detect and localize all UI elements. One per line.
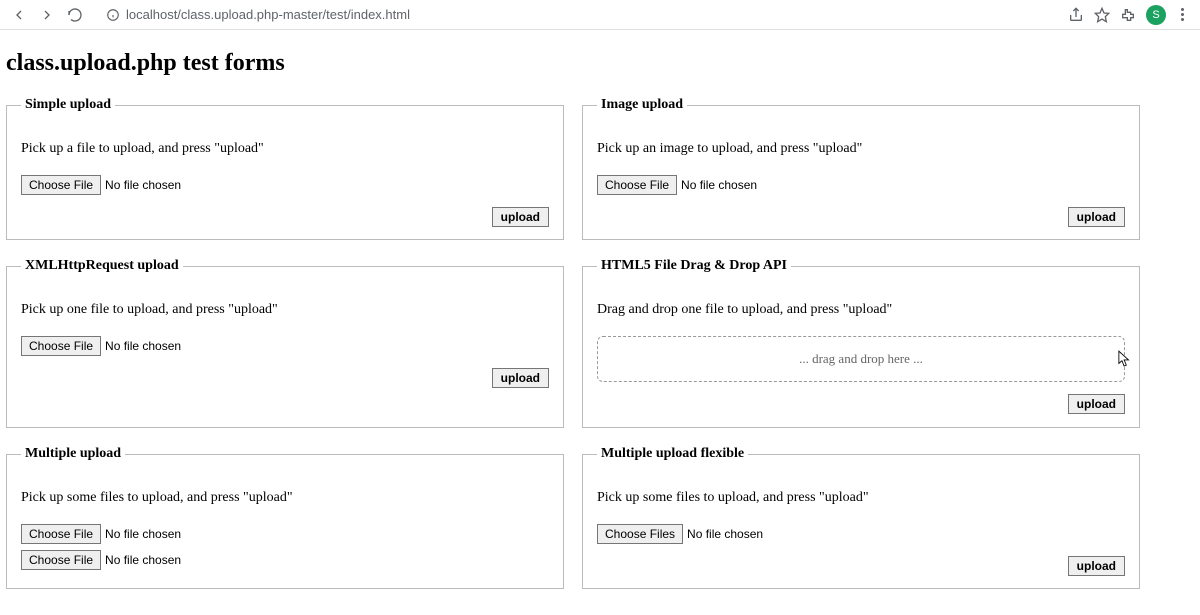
file-status-text: No file chosen — [105, 178, 181, 192]
choose-files-button[interactable]: Choose Files — [597, 524, 683, 544]
upload-button[interactable]: upload — [1068, 207, 1125, 227]
reload-button[interactable] — [64, 4, 86, 26]
share-icon[interactable] — [1068, 7, 1084, 23]
page-content: class.upload.php test forms Simple uploa… — [0, 30, 1200, 615]
form-legend: Image upload — [597, 97, 687, 113]
form-simple-upload: Simple upload Pick up a file to upload, … — [6, 97, 564, 240]
upload-button[interactable]: upload — [1068, 394, 1125, 414]
choose-file-button[interactable]: Choose File — [21, 524, 101, 544]
form-legend: XMLHttpRequest upload — [21, 258, 183, 274]
form-instruction: Pick up one file to upload, and press "u… — [21, 302, 549, 318]
form-instruction: Pick up a file to upload, and press "upl… — [21, 141, 549, 157]
form-legend: HTML5 File Drag & Drop API — [597, 258, 791, 274]
file-input-row: Choose File No file chosen — [21, 550, 549, 570]
file-status-text: No file chosen — [681, 178, 757, 192]
info-icon — [106, 8, 120, 22]
form-image-upload: Image upload Pick up an image to upload,… — [582, 97, 1140, 240]
form-instruction: Pick up some files to upload, and press … — [597, 490, 1125, 506]
forms-grid: Simple upload Pick up a file to upload, … — [6, 97, 1194, 589]
file-status-text: No file chosen — [687, 527, 763, 541]
toolbar-right: S — [1068, 5, 1192, 25]
form-dragdrop-upload: HTML5 File Drag & Drop API Drag and drop… — [582, 258, 1140, 428]
form-instruction: Pick up an image to upload, and press "u… — [597, 141, 1125, 157]
form-xhr-upload: XMLHttpRequest upload Pick up one file t… — [6, 258, 564, 428]
file-input-row: Choose File No file chosen — [21, 175, 549, 195]
forward-button[interactable] — [36, 4, 58, 26]
browser-toolbar: localhost/class.upload.php-master/test/i… — [0, 0, 1200, 30]
upload-button[interactable]: upload — [1068, 556, 1125, 576]
form-legend: Multiple upload flexible — [597, 446, 748, 462]
upload-button[interactable]: upload — [492, 368, 549, 388]
file-status-text: No file chosen — [105, 339, 181, 353]
choose-file-button[interactable]: Choose File — [21, 336, 101, 356]
page-title: class.upload.php test forms — [6, 50, 1194, 77]
back-button[interactable] — [8, 4, 30, 26]
file-status-text: No file chosen — [105, 553, 181, 567]
star-icon[interactable] — [1094, 7, 1110, 23]
address-bar[interactable]: localhost/class.upload.php-master/test/i… — [98, 3, 1062, 27]
choose-file-button[interactable]: Choose File — [21, 550, 101, 570]
choose-file-button[interactable]: Choose File — [597, 175, 677, 195]
profile-avatar[interactable]: S — [1146, 5, 1166, 25]
form-legend: Multiple upload — [21, 446, 125, 462]
choose-file-button[interactable]: Choose File — [21, 175, 101, 195]
file-input-row: Choose File No file chosen — [21, 524, 549, 544]
file-status-text: No file chosen — [105, 527, 181, 541]
form-multiple-upload: Multiple upload Pick up some files to up… — [6, 446, 564, 589]
menu-button[interactable] — [1176, 8, 1188, 21]
file-input-row: Choose File No file chosen — [597, 175, 1125, 195]
dropzone[interactable]: ... drag and drop here ... — [597, 336, 1125, 382]
upload-button[interactable]: upload — [492, 207, 549, 227]
form-instruction: Drag and drop one file to upload, and pr… — [597, 302, 1125, 318]
file-input-row: Choose File No file chosen — [21, 336, 549, 356]
form-multiple-flex-upload: Multiple upload flexible Pick up some fi… — [582, 446, 1140, 589]
form-instruction: Pick up some files to upload, and press … — [21, 490, 549, 506]
file-input-row: Choose Files No file chosen — [597, 524, 1125, 544]
extensions-icon[interactable] — [1120, 7, 1136, 23]
url-text: localhost/class.upload.php-master/test/i… — [126, 7, 410, 22]
form-legend: Simple upload — [21, 97, 115, 113]
